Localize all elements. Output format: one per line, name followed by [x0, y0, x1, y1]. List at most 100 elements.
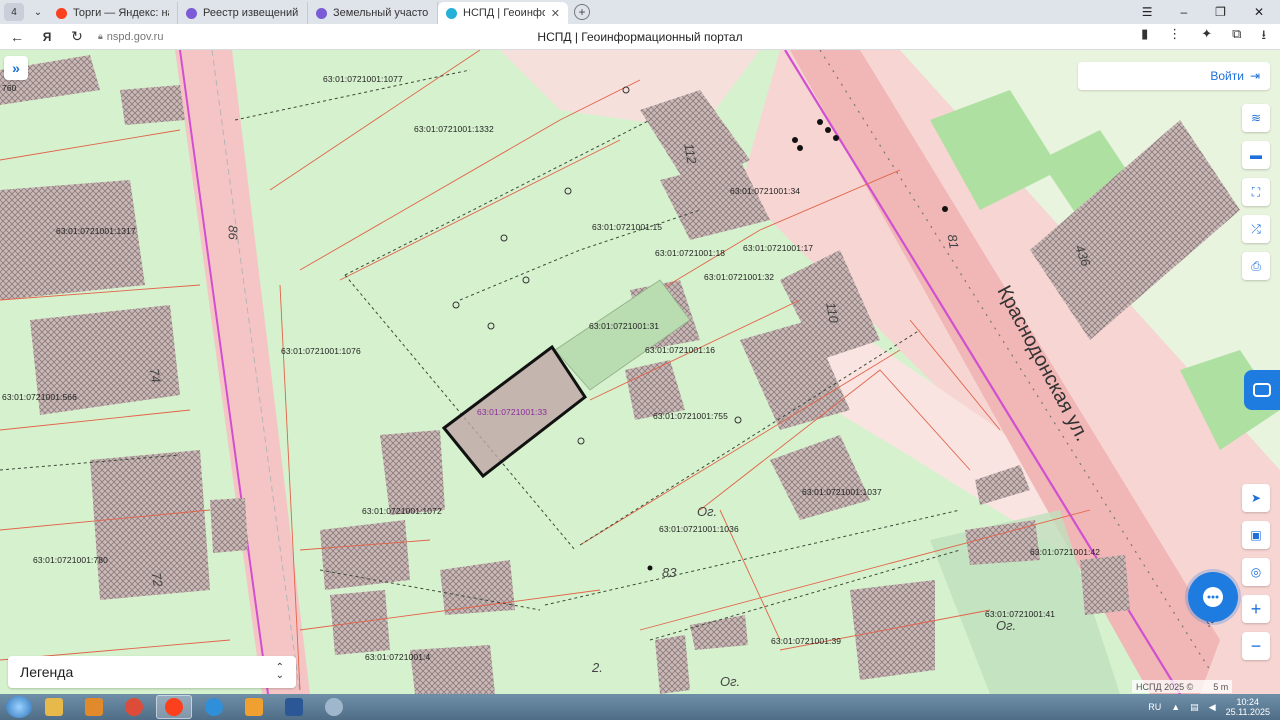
tab-zemelny[interactable]: Земельный участок с кад [308, 2, 438, 24]
network-icon[interactable]: ▤ [1190, 702, 1199, 713]
explorer-app-icon[interactable] [36, 695, 72, 719]
tray-up-icon[interactable]: ▲ [1171, 702, 1180, 712]
house-number: 81 [944, 233, 962, 250]
system-tray: RU ▲ ▤ ◀ 10:24 25.11.2025 [1148, 697, 1280, 717]
navigate-icon[interactable]: ➤ [1242, 484, 1270, 512]
yandex-browser-app-icon[interactable] [156, 695, 192, 719]
url-text: nspd.gov.ru [106, 30, 164, 43]
login-button[interactable]: Войти ⇥ [1078, 62, 1270, 90]
parcel-label[interactable]: 63:01:0721001:4 [365, 652, 430, 662]
clock[interactable]: 10:24 25.11.2025 [1226, 697, 1270, 717]
minimap-icon[interactable]: ▣ [1242, 521, 1270, 549]
volume-icon[interactable]: ◀ [1209, 702, 1216, 713]
parcel-label[interactable]: 63:01:0721001:34 [730, 186, 800, 196]
puzzle-icon[interactable]: ✦ [1201, 26, 1212, 48]
parcel-label[interactable]: 63:01:0721001:1077 [323, 74, 403, 84]
house-number: 2. [592, 660, 603, 675]
close-tab-icon[interactable]: ✕ [551, 7, 560, 20]
close-window-icon[interactable]: ✕ [1254, 5, 1264, 19]
media-app-icon[interactable] [76, 695, 112, 719]
yandex-favicon-icon [56, 7, 67, 19]
windows-taskbar: RU ▲ ▤ ◀ 10:24 25.11.2025 [0, 694, 1280, 720]
parcel-label[interactable]: 63:01:0721001:39 [771, 636, 841, 646]
parcel-label[interactable]: 63:01:0721001:1332 [414, 124, 494, 134]
restore-icon[interactable]: ❐ [1215, 5, 1226, 19]
print-icon[interactable]: ⎙ [1242, 252, 1270, 280]
copyright-text: НСПД 2025 © [1136, 681, 1194, 692]
layers-icon[interactable]: ≋ [1242, 104, 1270, 132]
browser-tab-strip: 4 ⌄ Торги — Яндекс: нашлось Реестр извещ… [0, 0, 1280, 24]
yandex-icon[interactable]: Я [34, 30, 60, 44]
browser-menu-icon[interactable]: ☰ [1142, 5, 1153, 19]
ruler-icon[interactable]: ▬ [1242, 141, 1270, 169]
scale-text: 5 m [1213, 681, 1229, 692]
map-canvas[interactable]: 760 63:01:0721001:1077 63:01:0721001:133… [0, 50, 1280, 694]
back-arrow-icon[interactable]: ← [4, 29, 30, 45]
select-area-icon[interactable]: ⛶ [1242, 178, 1270, 206]
outlook-app-icon[interactable] [236, 695, 272, 719]
edge-label: 760 [2, 83, 17, 93]
parcel-label[interactable]: 63:01:0721001:18 [655, 248, 725, 258]
parcel-label[interactable]: 63:01:0721001:42 [1030, 547, 1100, 557]
address-bar: ← Я ↻ 🔒︎ nspd.gov.ru НСПД | Геоинформаци… [0, 24, 1280, 50]
share-icon[interactable]: ⧉ [1232, 26, 1241, 48]
parcel-label[interactable]: 63:01:0721001:32 [704, 272, 774, 282]
parcel-label[interactable]: 63:01:0721001:15 [592, 222, 662, 232]
word-app-icon[interactable] [276, 695, 312, 719]
parcel-label[interactable]: 63:01:0721001:1037 [802, 487, 882, 497]
download-icon[interactable]: ⭳ [1261, 26, 1266, 48]
tab-reestr[interactable]: Реестр извещений [178, 2, 308, 24]
zoom-in-button[interactable]: + [1242, 595, 1270, 623]
tool-app-icon[interactable] [316, 695, 352, 719]
geolocation-icon[interactable]: ◎ [1242, 558, 1270, 586]
parcel-label[interactable]: 63:01:0721001:566 [2, 392, 77, 402]
extensions-icon[interactable]: ⋮ [1168, 26, 1181, 48]
house-number: 86 [225, 225, 241, 240]
map-toolbar-top: ≋ ▬ ⛶ ⤮ ⎙ [1242, 104, 1270, 280]
parcel-label[interactable]: 63:01:0721001:1072 [362, 506, 442, 516]
selected-parcel-label[interactable]: 63:01:0721001:33 [477, 407, 547, 417]
parcel-label[interactable]: 63:01:0721001:31 [589, 321, 659, 331]
date-text: 25.11.2025 [1225, 707, 1270, 717]
parcel-label[interactable]: 63:01:0721001:755 [653, 411, 728, 421]
parcel-label[interactable]: 63:01:0721001:1317 [56, 226, 136, 236]
bookmark-icon[interactable]: ▮ [1141, 26, 1148, 48]
start-button[interactable] [6, 696, 32, 718]
chat-button[interactable] [1188, 572, 1238, 622]
ie-app-icon[interactable] [196, 695, 232, 719]
new-tab-button[interactable]: + [574, 4, 590, 20]
chrome-app-icon[interactable] [116, 695, 152, 719]
url-field[interactable]: 🔒︎ nspd.gov.ru [98, 31, 163, 43]
nspd-favicon-icon [446, 7, 457, 19]
legend-select[interactable]: Легенда ⌃ ⌄ [8, 656, 296, 688]
house-number: Ог. [697, 504, 718, 519]
share-icon[interactable]: ⤮ [1242, 215, 1270, 243]
house-number: Ог. [996, 618, 1017, 633]
page-title: НСПД | Геоинформационный портал [537, 29, 743, 44]
parcel-label[interactable]: 63:01:0721001:1076 [281, 346, 361, 356]
language-indicator[interactable]: RU [1148, 702, 1161, 712]
house-number: Ог. [720, 674, 741, 689]
tab-nspd[interactable]: НСПД | Геоинформац ✕ [438, 2, 568, 24]
house-number: 74 [146, 367, 164, 384]
site-favicon-icon [186, 7, 197, 19]
parcel-label[interactable]: 63:01:0721001:1036 [659, 524, 739, 534]
expand-panel-button[interactable]: » [4, 56, 28, 80]
site-favicon-icon [316, 7, 327, 19]
chevron-updown-icon: ⌃ ⌄ [275, 662, 284, 681]
parcel-label[interactable]: 63:01:0721001:17 [743, 243, 813, 253]
parcel-label[interactable]: 63:01:0721001:16 [645, 345, 715, 355]
tabs-dropdown-icon[interactable]: ⌄ [28, 3, 48, 21]
tab-title: Реестр извещений [203, 7, 299, 19]
tab-counter[interactable]: 4 [4, 3, 24, 21]
zoom-out-button[interactable]: − [1242, 632, 1270, 660]
chat-icon [1203, 587, 1223, 607]
feedback-icon[interactable] [1244, 370, 1280, 410]
map-layer [0, 50, 1280, 694]
map-toolbar-bottom: ➤ ▣ ◎ + − [1242, 484, 1270, 660]
parcel-label[interactable]: 63:01:0721001:780 [33, 555, 108, 565]
reload-icon[interactable]: ↻ [64, 28, 90, 45]
tab-torgi[interactable]: Торги — Яндекс: нашлось [48, 2, 178, 24]
map-footer: НСПД 2025 © 5 m [1132, 680, 1233, 693]
minimize-icon[interactable]: – [1180, 5, 1187, 19]
